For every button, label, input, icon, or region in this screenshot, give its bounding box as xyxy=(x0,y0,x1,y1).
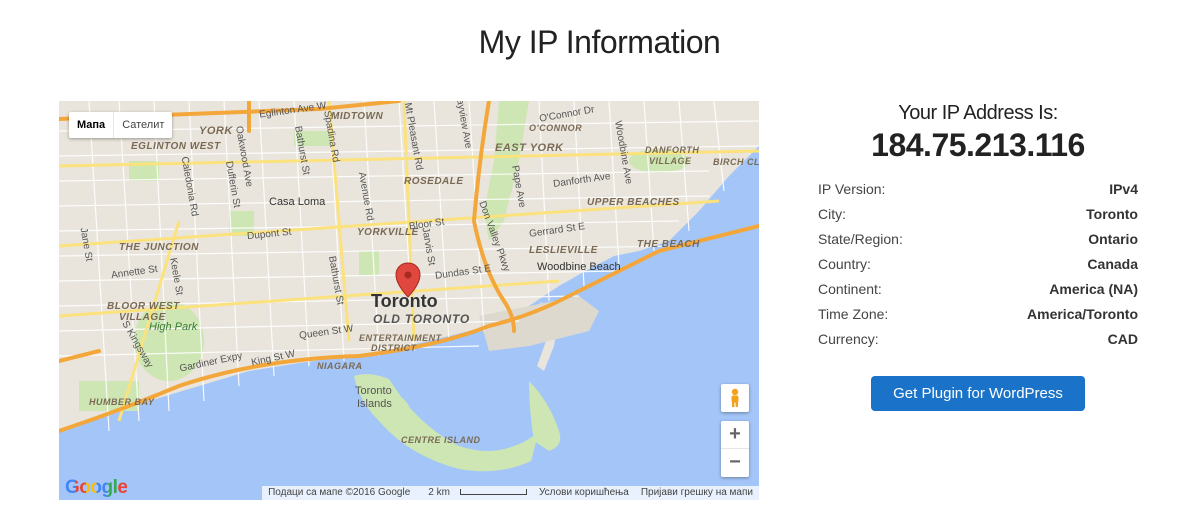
map[interactable]: Toronto OLD TORONTO YORK EAST YORK EGLIN… xyxy=(59,101,759,500)
map-label-district: DISTRICT xyxy=(371,343,417,353)
detail-row-time-zone: Time Zone: America/Toronto xyxy=(818,302,1138,327)
detail-label: State/Region: xyxy=(818,231,903,247)
detail-label: IP Version: xyxy=(818,181,886,197)
map-label-high-park: High Park xyxy=(149,321,198,333)
map-label-bloor-west: BLOOR WEST xyxy=(107,301,180,312)
map-data-attribution: Подаци са мапе ©2016 Google xyxy=(268,487,411,498)
map-label-east-york: EAST YORK xyxy=(495,142,564,154)
map-label-danforth-village: VILLAGE xyxy=(649,156,692,166)
page-title: My IP Information xyxy=(478,24,721,60)
detail-row-region: State/Region: Ontario xyxy=(818,227,1138,252)
map-label-birch-cliff: BIRCH CLIF xyxy=(713,157,759,167)
detail-value: Toronto xyxy=(1086,206,1138,222)
detail-row-continent: Continent: America (NA) xyxy=(818,277,1138,302)
map-label-old-toronto: OLD TORONTO xyxy=(373,312,471,326)
detail-value: America/Toronto xyxy=(1027,306,1138,322)
detail-label: Country: xyxy=(818,256,871,272)
detail-label: City: xyxy=(818,206,846,222)
map-label-humber-bay: HUMBER BAY xyxy=(89,397,155,407)
zoom-control: + − xyxy=(721,421,749,477)
map-label-entertainment: ENTERTAINMENT xyxy=(359,333,442,343)
map-type-satellite-button[interactable]: Сателит xyxy=(113,112,172,138)
street-view-pegman-icon[interactable] xyxy=(721,384,749,412)
map-label-the-junction: THE JUNCTION xyxy=(119,242,199,253)
ip-details-list: IP Version: IPv4 City: Toronto State/Regio… xyxy=(818,177,1138,352)
map-label-niagara: NIAGARA xyxy=(317,361,363,371)
ip-address: 184.75.213.116 xyxy=(871,127,1085,163)
map-label-centre-island: CENTRE ISLAND xyxy=(401,435,481,445)
scale-bar-icon xyxy=(459,489,527,496)
zoom-in-button[interactable]: + xyxy=(721,421,749,449)
map-label-rosedale: ROSEDALE xyxy=(404,176,464,187)
detail-value: Canada xyxy=(1087,256,1138,272)
google-logo-text: Google xyxy=(65,477,128,498)
map-label-oconnor: O'CONNOR xyxy=(529,123,583,133)
map-label-leslieville: LESLIEVILLE xyxy=(529,245,598,256)
map-attribution-bar: Подаци са мапе ©2016 Google 2 km Услови … xyxy=(262,486,759,500)
map-label-woodbine-beach: Woodbine Beach xyxy=(537,261,621,273)
map-label-danforth: DANFORTH xyxy=(645,145,700,155)
map-label-eglinton-west: EGLINTON WEST xyxy=(131,141,221,152)
map-label-midtown: MIDTOWN xyxy=(331,111,384,122)
detail-row-ip-version: IP Version: IPv4 xyxy=(818,177,1138,202)
detail-value: Ontario xyxy=(1088,231,1138,247)
map-label-casa-loma: Casa Loma xyxy=(269,196,326,208)
map-scale-label: 2 km xyxy=(428,487,450,498)
google-logo[interactable]: Google xyxy=(65,477,128,499)
detail-label: Currency: xyxy=(818,331,879,347)
zoom-out-button[interactable]: − xyxy=(721,449,749,477)
map-label-upper-beaches: UPPER BEACHES xyxy=(587,197,680,208)
detail-value: IPv4 xyxy=(1109,181,1138,197)
map-scale[interactable]: 2 km xyxy=(416,486,533,500)
map-label-toronto-islands-1: Toronto xyxy=(355,385,392,397)
detail-row-currency: Currency: CAD xyxy=(818,327,1138,352)
map-type-map-button[interactable]: Мапа xyxy=(69,112,113,138)
map-label-toronto: Toronto xyxy=(371,291,438,311)
detail-value: America (NA) xyxy=(1049,281,1138,297)
detail-label: Time Zone: xyxy=(818,306,889,322)
detail-value: CAD xyxy=(1107,331,1138,347)
map-report-link[interactable]: Пријави грешку на мапи xyxy=(635,486,759,500)
map-terms-link[interactable]: Услови коришћења xyxy=(533,486,635,500)
ip-heading: Your IP Address Is: xyxy=(898,102,1058,124)
detail-label: Continent: xyxy=(818,281,882,297)
map-label-toronto-islands-2: Islands xyxy=(357,398,392,410)
map-label-york: YORK xyxy=(199,125,233,137)
get-plugin-button[interactable]: Get Plugin for WordPress xyxy=(871,376,1085,411)
detail-row-city: City: Toronto xyxy=(818,202,1138,227)
ip-info-panel: Your IP Address Is: 184.75.213.116 IP Ve… xyxy=(818,101,1138,411)
map-label-the-beach: THE BEACH xyxy=(637,239,700,250)
map-type-control: Мапа Сателит xyxy=(69,112,173,138)
detail-row-country: Country: Canada xyxy=(818,252,1138,277)
